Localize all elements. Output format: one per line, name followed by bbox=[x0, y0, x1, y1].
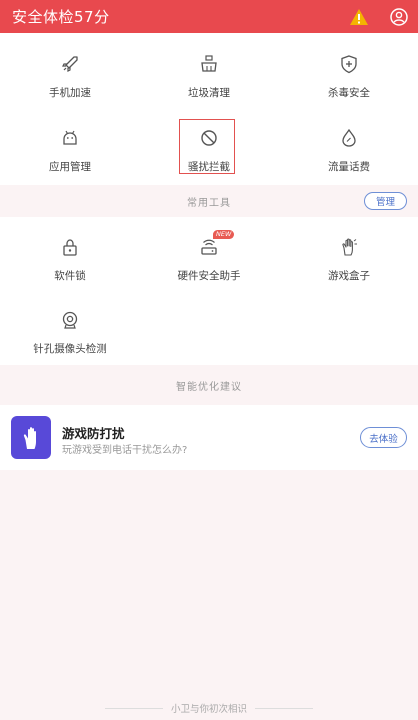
lock-icon bbox=[63, 239, 77, 256]
tool-app-lock[interactable]: 软件锁 bbox=[0, 230, 140, 300]
shield-plus-icon bbox=[341, 55, 357, 74]
hardware-router-icon bbox=[201, 239, 217, 255]
hand-icon bbox=[23, 426, 36, 449]
card-title: 游戏防打扰 bbox=[62, 426, 125, 441]
empty-content-area bbox=[0, 470, 418, 720]
game-hand-icon bbox=[342, 238, 357, 256]
tool-antivirus[interactable]: 杀毒安全 bbox=[279, 47, 418, 117]
card-subtitle: 玩游戏受到电话干扰怎么办? bbox=[62, 445, 188, 456]
suggestion-card[interactable]: 游戏防打扰 玩游戏受到电话干扰怎么办? 去体验 bbox=[0, 405, 418, 470]
tool-label: 软件锁 bbox=[54, 270, 86, 282]
common-tools-grid: 软件锁 硬件安全助手 游戏盒子 针孔摄像头检测 bbox=[0, 217, 418, 365]
tool-hardware-security[interactable]: 硬件安全助手 bbox=[139, 230, 279, 300]
security-score-title[interactable]: 安全体检57分 bbox=[12, 6, 110, 27]
game-protect-app-icon bbox=[11, 416, 51, 459]
footer-divider bbox=[104, 707, 163, 709]
tool-pinhole-camera-detect[interactable]: 针孔摄像头检测 bbox=[0, 303, 140, 373]
tool-game-box[interactable]: 游戏盒子 bbox=[279, 230, 418, 300]
tool-label: 杀毒安全 bbox=[328, 87, 370, 99]
footer-text: 小卫与你初次相识 bbox=[170, 704, 247, 715]
tool-label: 垃圾清理 bbox=[188, 87, 230, 99]
common-tools-header: 常用工具 管理 bbox=[0, 185, 418, 217]
selection-highlight bbox=[179, 119, 235, 174]
manage-button[interactable]: 管理 bbox=[364, 192, 407, 210]
tool-label: 流量话费 bbox=[328, 161, 370, 173]
footer: 小卫与你初次相识 bbox=[0, 700, 418, 716]
top-bar: 安全体检57分 bbox=[0, 0, 418, 33]
tool-phone-speedup[interactable]: 手机加速 bbox=[0, 47, 140, 117]
section-title: 智能优化建议 bbox=[176, 381, 242, 393]
tool-app-manage[interactable]: 应用管理 bbox=[0, 121, 140, 191]
tool-label: 手机加速 bbox=[49, 87, 91, 99]
tool-label: 游戏盒子 bbox=[328, 270, 370, 282]
tool-label: 硬件安全助手 bbox=[177, 270, 241, 282]
android-icon bbox=[63, 130, 77, 145]
tool-label: 针孔摄像头检测 bbox=[33, 343, 107, 355]
section-title: 常用工具 bbox=[187, 197, 231, 209]
footer-divider bbox=[255, 707, 313, 709]
warning-triangle-icon[interactable] bbox=[349, 8, 369, 26]
suggestions-header: 智能优化建议 bbox=[0, 365, 418, 405]
broom-icon bbox=[201, 55, 217, 72]
rocket-icon bbox=[62, 56, 78, 72]
try-it-button[interactable]: 去体验 bbox=[360, 427, 407, 448]
tool-junk-clean[interactable]: 垃圾清理 bbox=[139, 47, 279, 117]
tool-label: 应用管理 bbox=[49, 161, 91, 173]
drop-icon bbox=[342, 128, 356, 147]
user-circle-icon[interactable] bbox=[390, 7, 408, 26]
tool-data-billing[interactable]: 流量话费 bbox=[279, 121, 418, 191]
new-badge: NEW bbox=[213, 230, 235, 239]
camera-detect-icon bbox=[62, 311, 78, 329]
